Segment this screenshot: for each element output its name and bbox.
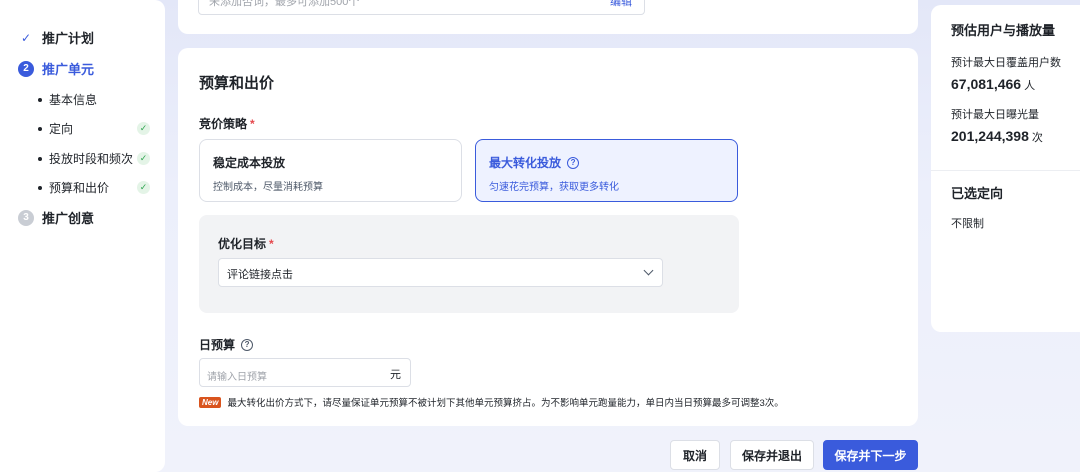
negative-keywords-placeholder: 未添加否词，最多可添加500个: [209, 0, 360, 8]
optimize-goal-select[interactable]: 评论链接点击: [218, 258, 663, 287]
budget-notice: New 最大转化出价方式下，请尽量保证单元预算不被计划下其他单元预算挤占。为不影…: [199, 395, 784, 409]
exposure-unit: 次: [1031, 132, 1043, 144]
sub-item-schedule-frequency[interactable]: 投放时段和频次 ✓: [38, 150, 150, 167]
targeting-value: 不限制: [951, 218, 984, 230]
help-icon[interactable]: ?: [567, 156, 580, 169]
daily-budget-label-text: 日预算: [199, 338, 236, 352]
step-label: 推广计划: [42, 31, 95, 46]
sub-item-targeting[interactable]: 定向 ✓: [38, 120, 150, 137]
chevron-down-icon: [643, 265, 654, 276]
notice-text: 最大转化出价方式下，请尽量保证单元预算不被计划下其他单元预算挤占。为不影响单元跑…: [227, 398, 784, 409]
step-number-badge: 2: [18, 60, 34, 77]
daily-budget-label: 日预算 ?: [199, 336, 254, 353]
watermark-text: 大数跨境: [54, 444, 142, 466]
strategy-stable-cost[interactable]: 稳定成本投放 控制成本，尽量消耗预算: [199, 139, 462, 202]
divider: [931, 170, 1080, 171]
check-circle-icon: ✓: [137, 122, 150, 135]
strategy-title-row: 最大转化投放 ?: [489, 154, 724, 171]
strategy-title: 稳定成本投放: [213, 156, 286, 170]
strategy-desc: 控制成本，尽量消耗预算: [213, 182, 323, 193]
negative-keywords-field[interactable]: 未添加否词，最多可添加500个 编辑: [198, 0, 645, 15]
step-promotion-unit[interactable]: 2 推广单元: [18, 59, 94, 78]
bullet-icon: [38, 97, 42, 102]
sub-item-label: 投放时段和频次: [49, 152, 134, 166]
sub-item-label: 定向: [49, 122, 74, 136]
optimize-goal-value: 评论链接点击: [227, 269, 293, 281]
optimize-goal-label: 优化目标 *: [218, 235, 274, 252]
check-icon: ✓: [20, 30, 32, 45]
users-label: 预计最大日覆盖用户数: [951, 57, 1061, 69]
exposure-number: 201,244,398: [951, 128, 1029, 144]
check-circle-icon: ✓: [137, 152, 150, 165]
watermark: 大数跨境: [10, 438, 142, 467]
sub-item-basic-info[interactable]: 基本信息: [38, 91, 150, 108]
users-number: 67,081,466: [951, 76, 1022, 92]
sub-item-label: 预算和出价: [49, 181, 110, 195]
targeting-title: 已选定向: [951, 186, 1004, 201]
section-title: 预算和出价: [199, 75, 275, 92]
step-promotion-creative[interactable]: 3 推广创意: [18, 208, 94, 227]
watermark-logo-icon: [12, 443, 47, 461]
daily-budget-input[interactable]: 请输入日预算 元: [199, 358, 411, 387]
step-number-badge: 3: [18, 209, 34, 226]
sub-item-label: 基本信息: [49, 93, 98, 107]
step-promotion-plan[interactable]: ✓ 推广计划: [18, 28, 94, 47]
exposure-value: 201,244,398 次: [951, 128, 1043, 145]
step-label: 推广创意: [42, 211, 95, 226]
estimate-title: 预估用户与播放量: [951, 23, 1056, 38]
new-badge: New: [199, 396, 222, 408]
strategy-desc: 匀速花完预算，获取更多转化: [489, 182, 619, 193]
bullet-icon: [38, 185, 42, 190]
optimize-goal-label-text: 优化目标: [218, 237, 267, 251]
bid-strategy-label: 竞价策略 *: [199, 115, 255, 132]
save-exit-button[interactable]: 保存并退出: [730, 440, 814, 470]
bullet-icon: [38, 156, 42, 161]
bullet-icon: [38, 126, 42, 131]
exposure-label: 预计最大日曝光量: [951, 109, 1039, 121]
required-mark: *: [250, 117, 255, 131]
users-value: 67,081,466 人: [951, 76, 1035, 93]
save-next-button[interactable]: 保存并下一步: [823, 440, 918, 470]
daily-budget-placeholder: 请输入日预算: [207, 372, 267, 383]
sub-item-budget-bid[interactable]: 预算和出价 ✓: [38, 179, 150, 196]
cancel-button[interactable]: 取消: [670, 440, 720, 470]
check-circle-icon: ✓: [137, 181, 150, 194]
required-mark: *: [269, 237, 274, 251]
bid-strategy-label-text: 竞价策略: [199, 117, 248, 131]
strategy-title: 最大转化投放: [489, 156, 562, 170]
users-unit: 人: [1024, 80, 1036, 92]
strategy-max-conversion[interactable]: 最大转化投放 ? 匀速花完预算，获取更多转化: [475, 139, 738, 202]
help-icon[interactable]: ?: [241, 338, 254, 351]
currency-unit: 元: [390, 369, 401, 381]
edit-link[interactable]: 编辑: [610, 0, 632, 9]
step-label: 推广单元: [42, 62, 95, 77]
